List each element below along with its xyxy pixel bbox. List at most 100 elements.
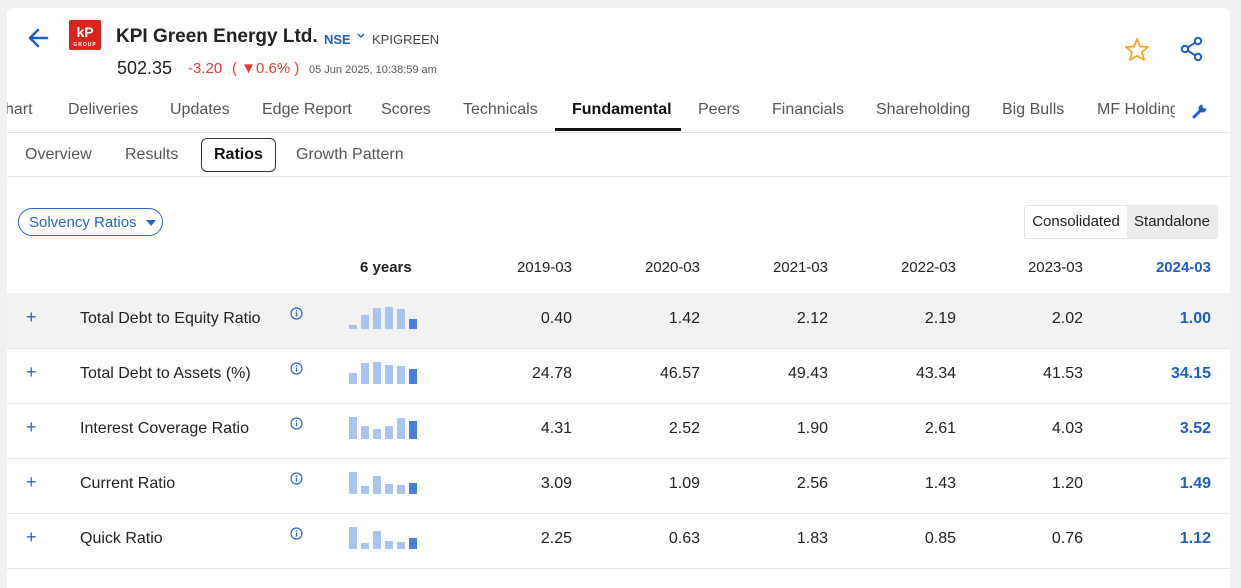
sparkline-bar (349, 527, 357, 549)
quote-timestamp: 05 Jun 2025, 10:38:59 am (309, 64, 437, 76)
sparkline-bar (397, 542, 405, 549)
sparkline-bar (373, 531, 381, 549)
price-change: -3.20 (188, 60, 223, 77)
sparkline-bar (349, 417, 357, 439)
ratio-label: Current Ratio (80, 475, 176, 492)
sparkline-bar (385, 307, 393, 329)
year-header-latest: 2024-03 (1155, 259, 1211, 276)
tab-financials[interactable]: Financials (772, 101, 844, 119)
tab-deliveries[interactable]: Deliveries (68, 101, 138, 119)
tab-edge-report[interactable]: Edge Report (262, 101, 352, 119)
info-icon[interactable] (290, 472, 303, 485)
stock-page: kP GROUP KPI Green Energy Ltd. NSE KPIGR… (7, 8, 1230, 588)
consolidated-option[interactable]: Consolidated (1025, 206, 1127, 238)
active-tab-indicator (555, 128, 681, 131)
ratio-value: 43.34 (915, 365, 956, 382)
sparkline-bar (385, 484, 393, 494)
tab-peers[interactable]: Peers (698, 101, 740, 119)
sparkline (349, 305, 421, 329)
ratio-value: 1.20 (1051, 475, 1083, 492)
tab-technicals[interactable]: Technicals (463, 101, 538, 119)
sub-tabs: Overview Results Ratios Growth Pattern (7, 132, 1230, 177)
sparkline-bar (373, 308, 381, 329)
ratio-type-label: Solvency Ratios (29, 214, 137, 231)
sparkline-bar (361, 426, 369, 439)
ratio-value: 49.43 (787, 365, 828, 382)
ratio-value: 1.90 (796, 420, 828, 437)
table-row: + Total Debt to Assets (%) 24.78 46.57 49.43… (7, 348, 1230, 404)
tab-chart[interactable]: hart (7, 101, 33, 119)
ratio-value: 4.03 (1051, 420, 1083, 437)
expand-plus-icon[interactable]: + (26, 307, 37, 328)
info-icon[interactable] (290, 307, 303, 320)
info-icon[interactable] (290, 417, 303, 430)
tab-big-bulls[interactable]: Big Bulls (1002, 101, 1064, 119)
ratio-label: Total Debt to Equity Ratio (80, 310, 261, 327)
ratio-value: 41.53 (1042, 365, 1083, 382)
info-icon[interactable] (290, 527, 303, 540)
subtab-growth-pattern[interactable]: Growth Pattern (296, 146, 404, 164)
sparkline-bar (373, 476, 381, 494)
table-row: + Current Ratio 3.09 1.09 2.56 1.43 1.20 1.49 (7, 458, 1230, 514)
price-change-percent: ( ▼0.6% ) (232, 60, 300, 77)
wrench-icon[interactable] (1191, 102, 1209, 120)
expand-plus-icon[interactable]: + (26, 527, 37, 548)
sparkline-bar (397, 366, 405, 384)
ratio-value: 46.57 (659, 365, 700, 382)
ratio-label: Interest Coverage Ratio (80, 420, 249, 437)
company-name: KPI Green Energy Ltd. (116, 26, 318, 47)
expand-plus-icon[interactable]: + (26, 362, 37, 383)
sparkline-bar (409, 538, 417, 549)
ratio-value: 1.49 (1179, 475, 1211, 492)
main-tabs: hart Deliveries Updates Edge Report Scor… (7, 90, 1230, 133)
sparkline-bar (373, 362, 381, 384)
year-header: 2021-03 (772, 259, 828, 276)
expand-plus-icon[interactable]: + (26, 472, 37, 493)
sparkline-bar (361, 363, 369, 384)
sparkline-bar (385, 426, 393, 439)
tab-scores[interactable]: Scores (381, 101, 431, 119)
ratio-value: 1.09 (668, 475, 700, 492)
expand-plus-icon[interactable]: + (26, 417, 37, 438)
sparkline-bar (361, 543, 369, 549)
sparkline-bar (397, 418, 405, 439)
subtab-ratios[interactable]: Ratios (201, 138, 276, 172)
subtab-results[interactable]: Results (125, 146, 178, 164)
sparkline (349, 470, 421, 494)
ratio-value: 2.02 (1051, 310, 1083, 327)
sparkline-bar (409, 483, 417, 494)
tab-updates[interactable]: Updates (170, 101, 230, 119)
ratio-value: 0.76 (1051, 530, 1083, 547)
ratio-type-dropdown[interactable]: Solvency Ratios (18, 208, 163, 236)
consolidation-toggle: Consolidated Standalone (1024, 205, 1218, 239)
ratio-value: 0.40 (540, 310, 572, 327)
tab-mf-holding[interactable]: MF Holding (1097, 101, 1175, 119)
year-header: 2020-03 (644, 259, 700, 276)
tab-shareholding[interactable]: Shareholding (876, 101, 970, 119)
ratio-value: 3.52 (1179, 420, 1211, 437)
subtab-overview[interactable]: Overview (25, 146, 92, 164)
chevron-down-icon[interactable] (356, 31, 366, 41)
exchange-select[interactable]: NSE (324, 32, 351, 47)
ratio-value: 2.12 (796, 310, 828, 327)
ratio-value: 1.83 (796, 530, 828, 547)
sparkline-bar (397, 485, 405, 494)
ratio-value: 1.43 (924, 475, 956, 492)
tab-fundamental[interactable]: Fundamental (572, 101, 672, 119)
sparkline-bar (409, 319, 417, 329)
info-icon[interactable] (290, 362, 303, 375)
share-icon[interactable] (1179, 36, 1205, 62)
table-row: + Interest Coverage Ratio 4.31 2.52 1.90 2.61… (7, 403, 1230, 459)
table-row: + Total Debt to Equity Ratio 0.40 1.42 2.12 2… (7, 293, 1230, 349)
ratio-value: 2.56 (796, 475, 828, 492)
star-outline-icon[interactable] (1123, 36, 1151, 64)
ratio-value: 2.52 (668, 420, 700, 437)
year-header: 2022-03 (900, 259, 956, 276)
sparkline-bar (385, 365, 393, 384)
stock-price: 502.35 (117, 58, 173, 78)
sparkline (349, 415, 421, 439)
standalone-option[interactable]: Standalone (1127, 206, 1217, 238)
arrow-left-icon[interactable] (25, 24, 53, 52)
ratio-value: 24.78 (531, 365, 572, 382)
sparkline-bar (349, 373, 357, 384)
